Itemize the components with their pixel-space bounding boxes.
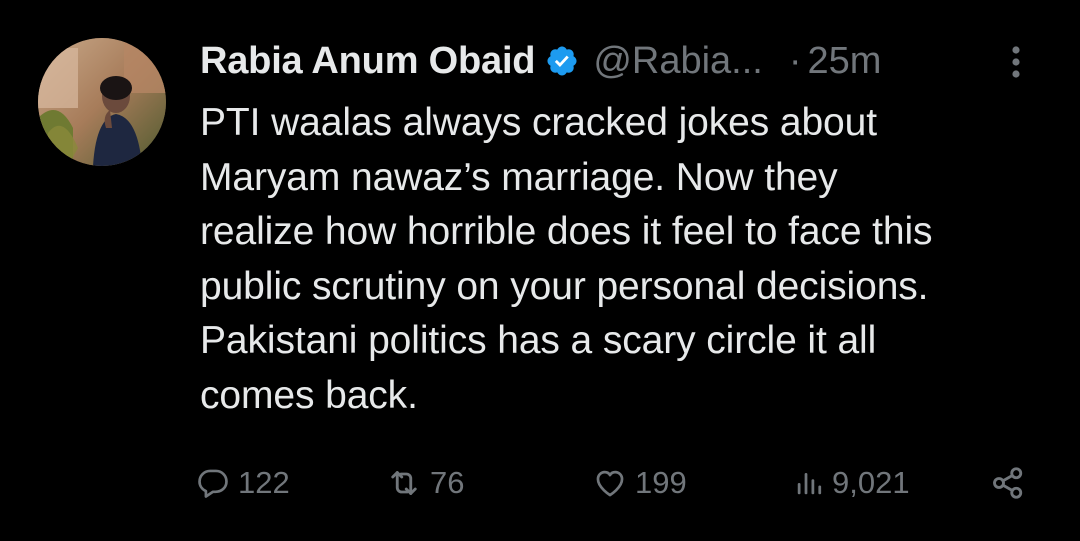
tweet-timestamp[interactable]: 25m (808, 40, 882, 83)
retweet-count: 76 (430, 465, 465, 500)
reply-count: 122 (238, 465, 290, 500)
tweet-actions-bar: 122 76 199 9,021 (0, 460, 1080, 506)
tweet-text: PTI waalas always cracked jokes about Ma… (200, 96, 1060, 423)
share-icon (990, 465, 1026, 501)
retweet-button[interactable]: 76 (386, 460, 464, 506)
views-button[interactable]: 9,021 (794, 460, 910, 506)
tweet-text-line: comes back. (200, 373, 418, 417)
like-button[interactable]: 199 (593, 460, 687, 506)
verified-badge-icon (545, 44, 579, 78)
tweet-text-line: PTI waalas always cracked jokes about (200, 101, 877, 144)
tweet-text-line: Maryam nawaz’s marriage. Now they (200, 155, 838, 199)
tweet[interactable]: Rabia Anum Obaid @Rabia... · 25m PTI waa… (0, 0, 1080, 541)
tweet-text-line: realize how horrible does it feel to fac… (200, 210, 933, 253)
share-button[interactable] (990, 460, 1026, 506)
avatar-image (38, 38, 166, 166)
avatar[interactable] (38, 38, 166, 166)
reply-icon (196, 466, 230, 500)
reply-button[interactable]: 122 (196, 460, 290, 506)
views-count: 9,021 (832, 465, 910, 500)
tweet-text-line: Pakistani politics has a scary circle it… (200, 319, 877, 362)
author-display-name[interactable]: Rabia Anum Obaid (200, 40, 536, 83)
heart-icon (593, 466, 627, 500)
tweet-text-line: public scrutiny on your personal decisio… (200, 264, 929, 308)
more-vertical-icon[interactable] (1004, 42, 1028, 82)
retweet-icon (386, 465, 422, 501)
separator-dot: · (788, 39, 802, 82)
tweet-header: Rabia Anum Obaid @Rabia... · 25m (200, 36, 1040, 86)
views-bar-chart-icon (794, 468, 824, 498)
like-count: 199 (635, 465, 687, 500)
author-handle[interactable]: @Rabia... (593, 40, 763, 83)
